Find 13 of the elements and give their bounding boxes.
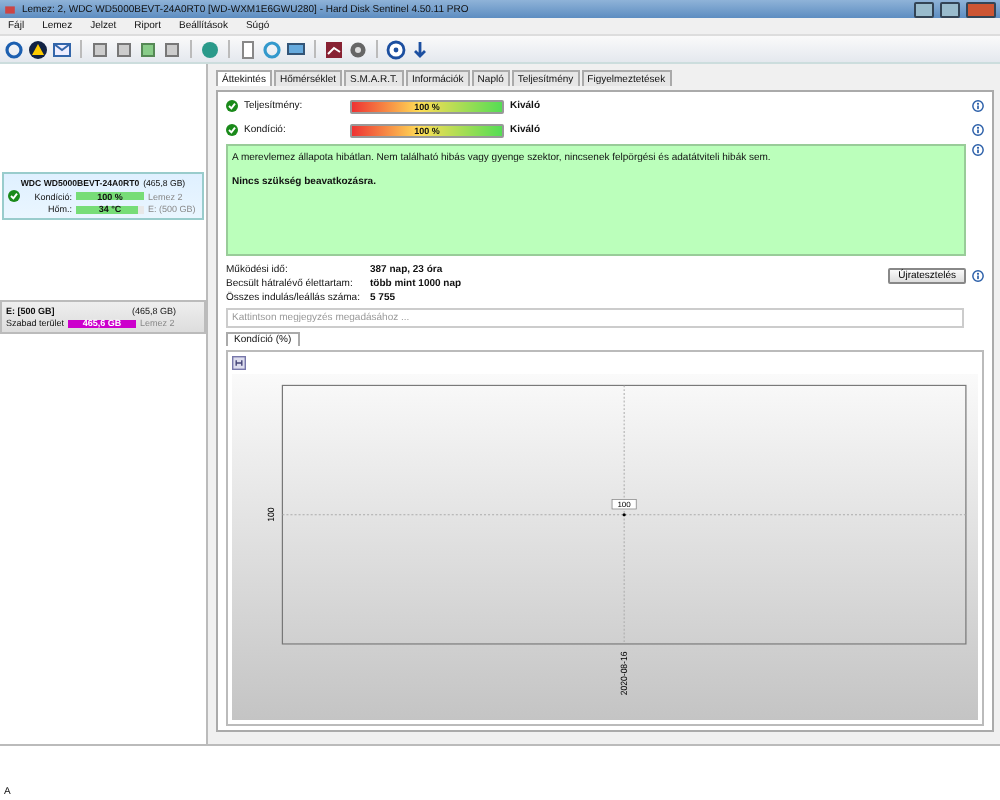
warning-icon[interactable] [28, 39, 48, 59]
close-button[interactable] [966, 1, 996, 17]
chart-options-icon[interactable] [232, 356, 246, 370]
ok-icon [226, 124, 238, 136]
ok-icon [226, 100, 238, 112]
minimize-button[interactable] [914, 1, 934, 17]
mail-icon[interactable] [52, 39, 72, 59]
app-icon [4, 3, 16, 15]
document-icon[interactable] [238, 39, 258, 59]
chart-icon[interactable] [324, 39, 344, 59]
download-arrow-icon[interactable] [410, 39, 430, 59]
maximize-button[interactable] [940, 1, 960, 17]
monitor-icon[interactable] [286, 39, 306, 59]
